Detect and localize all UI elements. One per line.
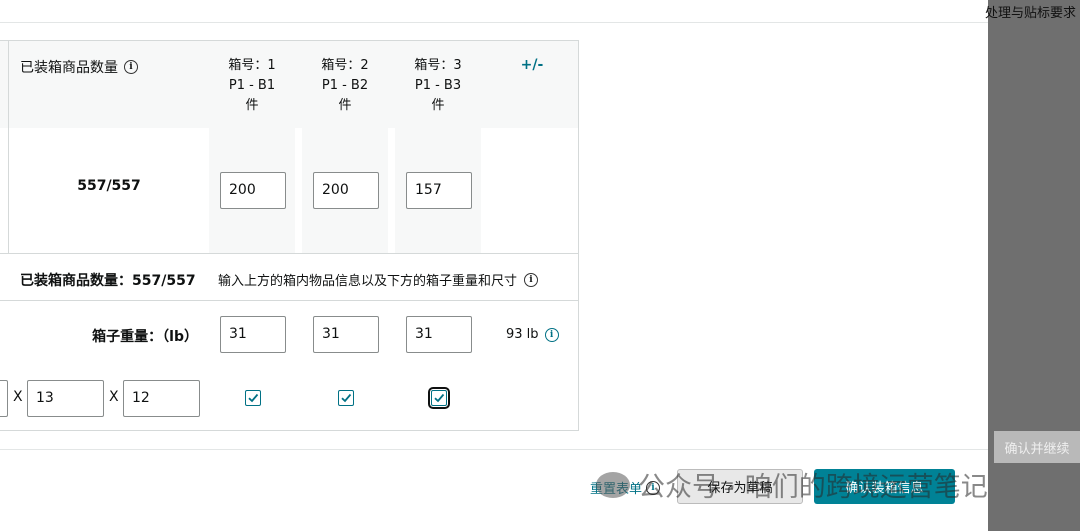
entry-hint: 输入上方的箱内物品信息以及下方的箱子重量和尺寸 i [218,270,539,289]
reset-form-link[interactable]: 重置表单 i [590,478,661,497]
dimension-width-input[interactable]: 13 [27,380,104,417]
top-divider [0,22,988,23]
packed-qty-header: 已装箱商品数量 i [20,57,138,77]
box-code: P1 - B2 [321,78,369,93]
box-number: 箱号：3 [414,58,462,73]
box-3-dimension-checkbox[interactable] [428,387,450,409]
background-page-link: 处理与贴标要求 [984,6,1076,21]
box-1-dimension-checkbox[interactable] [245,390,261,406]
packing-modal: 已装箱商品数量 i 箱号：1 P1 - B1 件 箱号：2 P1 - B2 件 … [0,0,988,531]
box-unit: 件 [338,98,352,113]
dimension-separator: X [109,389,119,405]
box-1-weight-input[interactable]: 31 [220,316,286,353]
box-2-weight-input[interactable]: 31 [313,316,379,353]
check-icon [341,393,352,403]
total-weight-value: 93 lb [506,327,539,342]
box-number: 箱号：2 [321,58,369,73]
dimension-separator: X [13,389,23,405]
box-3-qty-input[interactable]: 157 [406,172,472,209]
dimension-length-input[interactable] [0,380,8,417]
packed-ratio: 557/557 [77,178,141,194]
info-icon[interactable]: i [124,60,138,74]
confirm-packing-button[interactable]: 确认装箱信息 [814,469,955,504]
reset-form-label: 重置表单 [590,482,643,497]
box-code: P1 - B1 [228,78,276,93]
left-column-divider [8,41,9,254]
packing-table: 已装箱商品数量 i 箱号：1 P1 - B1 件 箱号：2 P1 - B2 件 … [0,40,579,431]
save-draft-button[interactable]: 保存为草稿 [677,469,803,504]
box-column-header-2: 箱号：2 P1 - B2 件 [302,56,388,116]
add-remove-box-link[interactable]: +/- [504,57,560,73]
entry-hint-text: 输入上方的箱内物品信息以及下方的箱子重量和尺寸 [218,274,518,289]
dimension-height-input[interactable]: 12 [123,380,200,417]
check-icon [248,393,259,403]
box-unit: 件 [431,98,445,113]
box-column-header-1: 箱号：1 P1 - B1 件 [209,56,295,116]
box-code: P1 - B3 [414,78,462,93]
check-icon [434,393,445,403]
packed-qty-header-label: 已装箱商品数量 [20,60,118,76]
confirm-continue-button: 确认并继续 [994,431,1080,463]
footer-divider [0,449,988,450]
packed-summary: 已装箱商品数量：557/557 [20,273,196,289]
box-1-qty-input[interactable]: 200 [220,172,286,209]
total-weight: 93 lb i [506,327,559,342]
box-number: 箱号：1 [228,58,276,73]
info-icon[interactable]: i [524,272,539,287]
box-column-header-3: 箱号：3 P1 - B3 件 [395,56,481,116]
box-weight-label: 箱子重量：（lb） [92,329,198,345]
row-divider [0,253,578,254]
box-unit: 件 [245,98,259,113]
info-icon[interactable]: i [646,480,661,495]
box-2-qty-input[interactable]: 200 [313,172,379,209]
box-3-weight-input[interactable]: 31 [406,316,472,353]
row-divider [0,300,578,301]
info-icon[interactable]: i [544,327,559,342]
box-2-dimension-checkbox[interactable] [338,390,354,406]
